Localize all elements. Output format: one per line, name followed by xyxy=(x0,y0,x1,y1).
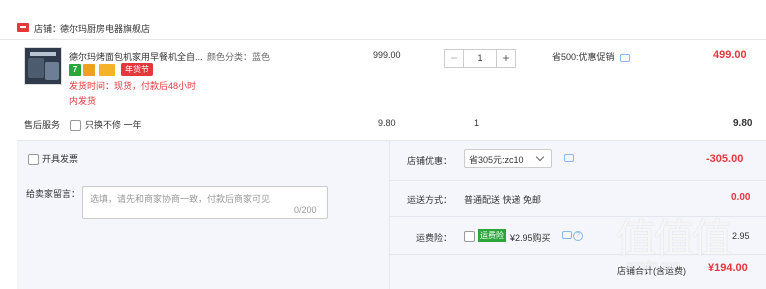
watermark-url: smzdm.com xyxy=(626,260,680,271)
service-checkbox[interactable] xyxy=(70,120,81,132)
seven-day-return-icon: 7 xyxy=(69,64,81,76)
ship-time: 发货时间：现货，付款后48小时 xyxy=(69,81,197,91)
ship-note: 内发货 xyxy=(69,96,97,106)
chat-icon[interactable] xyxy=(562,231,572,239)
guarantee-icon xyxy=(83,64,95,76)
product-title-link[interactable]: 德尔玛烤面包机家用早餐机全自... xyxy=(69,50,209,63)
store-name-link[interactable]: 德尔玛厨房电器旗舰店 xyxy=(60,22,150,35)
unit-price: 999.00 xyxy=(373,50,401,60)
quantity-input[interactable]: 1 xyxy=(465,50,495,67)
panel-divider xyxy=(389,141,390,289)
service-option[interactable]: 只换不修 一年 xyxy=(70,118,142,132)
message-placeholder: 选填，请先和商家协商一致，付款后商家可见 xyxy=(90,194,271,204)
shipping-label: 运送方式： xyxy=(407,195,453,205)
message-count: 0/200 xyxy=(294,205,317,215)
invoice-option[interactable]: 开具发票 xyxy=(28,152,78,166)
promo-label: 省500:优惠促销 xyxy=(552,50,631,63)
watermark-logo: 值值值 xyxy=(616,217,732,261)
row-divider xyxy=(390,180,766,181)
service-qty: 1 xyxy=(474,118,480,128)
message-label: 给卖家留言： xyxy=(26,189,81,199)
shipping-amount: 0.00 xyxy=(731,192,751,203)
insurance-badge: 运费险 xyxy=(478,229,506,242)
chat-icon[interactable] xyxy=(620,53,631,62)
coupon-amount: -305.00 xyxy=(706,153,744,165)
insurance-price: ¥2.95购买 xyxy=(510,233,551,243)
product-thumbnail[interactable] xyxy=(24,47,62,85)
store-label: 店铺： xyxy=(34,24,62,34)
tmall-icon xyxy=(17,23,29,32)
credit-card-icon xyxy=(99,64,115,76)
shipping-mode: 普通配送 快递 免邮 xyxy=(464,195,542,205)
coupon-label: 店铺优惠： xyxy=(407,156,453,166)
invoice-checkbox[interactable] xyxy=(28,154,39,166)
help-icon[interactable]: ? xyxy=(573,231,583,241)
festival-tag: 年货节 xyxy=(121,63,153,76)
coupon-value: 省305元:zc10 xyxy=(469,155,524,165)
service-total: 9.80 xyxy=(733,118,753,129)
insurance-label: 运费险： xyxy=(416,233,453,243)
product-spec: 颜色分类：蓝色 xyxy=(207,52,271,62)
quantity-stepper[interactable]: − 1 + xyxy=(444,49,516,68)
service-label: 售后服务 xyxy=(24,120,61,130)
insurance-checkbox[interactable] xyxy=(464,231,475,242)
increase-button[interactable]: + xyxy=(496,50,515,67)
decrease-button[interactable]: − xyxy=(445,50,464,67)
chat-icon[interactable] xyxy=(564,154,574,162)
service-price: 9.80 xyxy=(378,118,396,128)
item-total: 499.00 xyxy=(713,49,747,61)
